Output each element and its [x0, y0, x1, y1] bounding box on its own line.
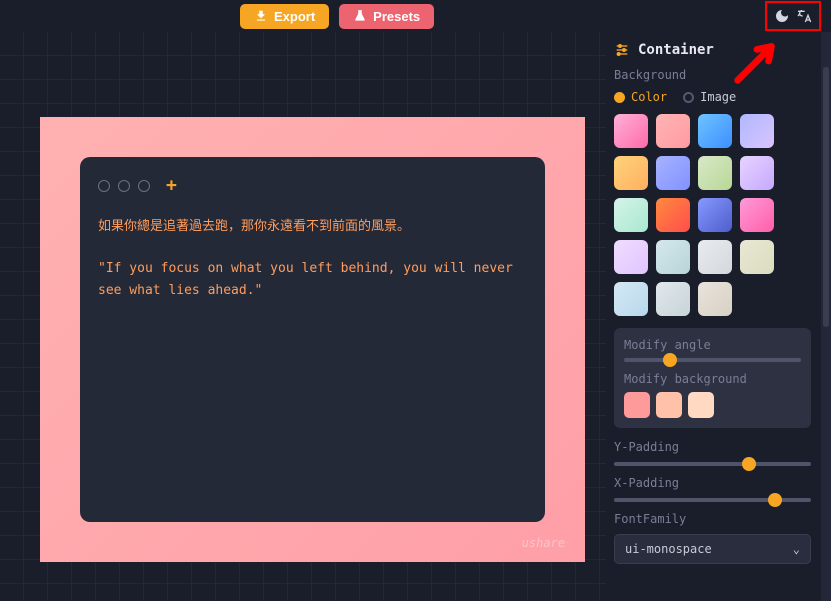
swatch[interactable]	[656, 240, 690, 274]
xpadding-label: X-Padding	[614, 476, 811, 490]
code-window: + 如果你總是追著過去跑，那你永遠看不到前面的風景。 "If you focus…	[80, 157, 545, 522]
canvas-area: + 如果你總是追著過去跑，那你永遠看不到前面的風景。 "If you focus…	[0, 32, 606, 601]
editor-content[interactable]: 如果你總是追著過去跑，那你永遠看不到前面的風景。 "If you focus o…	[98, 216, 527, 302]
flask-icon	[353, 9, 367, 23]
radio-label: Color	[631, 90, 667, 104]
topbar: Export Presets	[0, 0, 831, 32]
mini-swatch[interactable]	[656, 392, 682, 418]
swatch[interactable]	[740, 240, 774, 274]
editor-line: 如果你總是追著過去跑，那你永遠看不到前面的風景。	[98, 216, 527, 238]
language-icon[interactable]	[793, 5, 815, 27]
window-dot	[138, 180, 150, 192]
window-dot	[98, 180, 110, 192]
export-icon	[254, 9, 268, 23]
swatch[interactable]	[698, 240, 732, 274]
swatch[interactable]	[656, 156, 690, 190]
swatch[interactable]	[698, 156, 732, 190]
scrollbar-thumb[interactable]	[823, 67, 829, 327]
angle-label: Modify angle	[624, 338, 801, 352]
radio-image[interactable]: Image	[683, 90, 736, 104]
xpadding-slider[interactable]	[614, 498, 811, 502]
theme-toggle-icon[interactable]	[771, 5, 793, 27]
swatch[interactable]	[698, 282, 732, 316]
radio-color[interactable]: Color	[614, 90, 667, 104]
swatch[interactable]	[656, 282, 690, 316]
gradient-panel: Modify angle Modify background	[614, 328, 811, 428]
swatch[interactable]	[740, 156, 774, 190]
main: + 如果你總是追著過去跑，那你永遠看不到前面的風景。 "If you focus…	[0, 32, 831, 601]
select-value: ui-monospace	[625, 542, 712, 556]
sidebar: Container Background Color Image Modify …	[606, 32, 831, 601]
preview-container: + 如果你總是追著過去跑，那你永遠看不到前面的風景。 "If you focus…	[40, 117, 585, 562]
export-button[interactable]: Export	[240, 4, 329, 29]
scrollbar-track[interactable]	[821, 32, 831, 601]
background-label: Background	[614, 68, 811, 82]
swatch[interactable]	[656, 114, 690, 148]
swatch[interactable]	[614, 282, 648, 316]
fontfamily-select[interactable]: ui-monospace ⌄	[614, 534, 811, 564]
swatch[interactable]	[614, 156, 648, 190]
color-swatches	[614, 114, 811, 316]
swatch[interactable]	[614, 114, 648, 148]
radio-label: Image	[700, 90, 736, 104]
window-dot	[118, 180, 130, 192]
ypadding-label: Y-Padding	[614, 440, 811, 454]
swatch[interactable]	[740, 114, 774, 148]
fontfamily-label: FontFamily	[614, 512, 811, 526]
swatch[interactable]	[614, 198, 648, 232]
add-tab-icon[interactable]: +	[166, 175, 177, 196]
export-label: Export	[274, 9, 315, 24]
swatch[interactable]	[656, 198, 690, 232]
watermark: ushare	[522, 536, 565, 550]
adjust-icon	[614, 42, 630, 58]
editor-line: "If you focus on what you left behind, y…	[98, 258, 527, 302]
swatch[interactable]	[698, 114, 732, 148]
modify-bg-label: Modify background	[624, 372, 801, 386]
swatch[interactable]	[614, 240, 648, 274]
mini-swatch[interactable]	[688, 392, 714, 418]
window-dots: +	[98, 175, 527, 196]
swatch[interactable]	[698, 198, 732, 232]
section-header: Container	[614, 42, 811, 58]
ypadding-slider[interactable]	[614, 462, 811, 466]
chevron-down-icon: ⌄	[793, 542, 800, 556]
presets-button[interactable]: Presets	[339, 4, 434, 29]
angle-slider[interactable]	[624, 358, 801, 362]
mini-swatch[interactable]	[624, 392, 650, 418]
background-type-radios: Color Image	[614, 90, 811, 104]
presets-label: Presets	[373, 9, 420, 24]
section-title: Container	[638, 42, 714, 58]
mini-swatches	[624, 392, 801, 418]
swatch[interactable]	[740, 198, 774, 232]
top-right-controls	[765, 1, 821, 31]
